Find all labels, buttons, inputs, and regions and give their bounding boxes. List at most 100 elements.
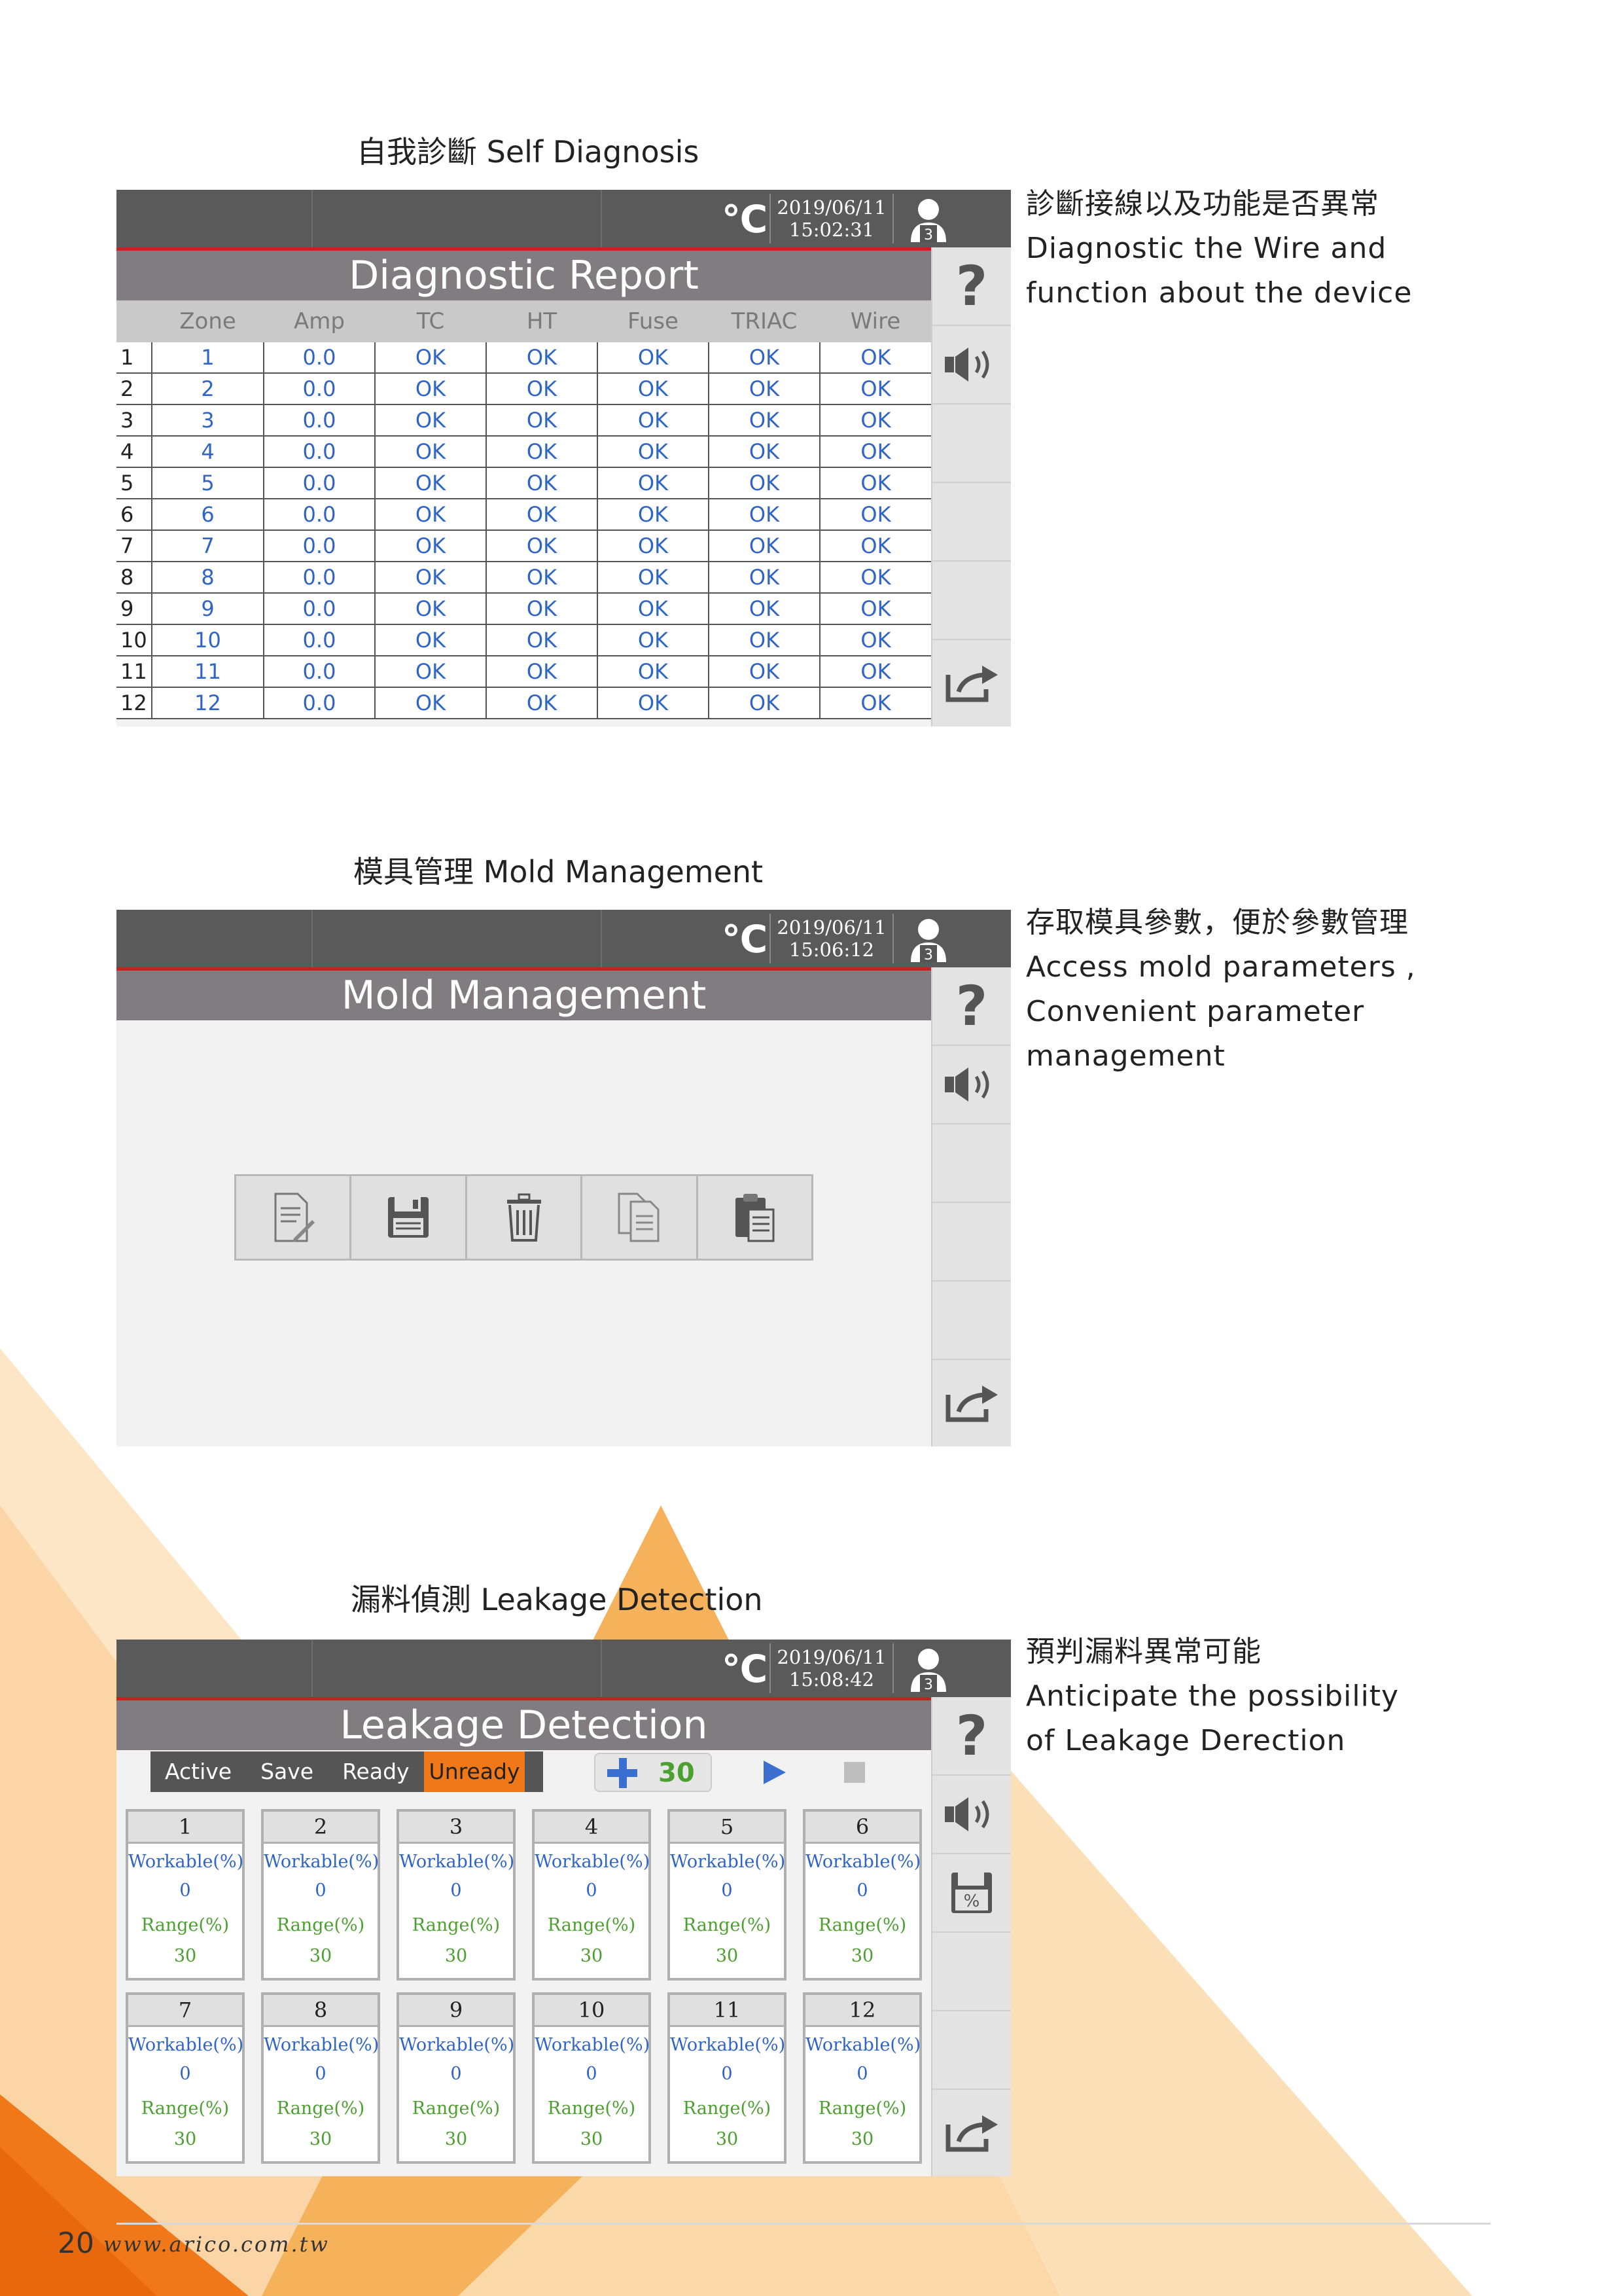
table-cell: 0.0 [264,373,376,405]
zone-card[interactable]: 8 Workable(%) 0 Range(%) 30 [261,1992,380,2164]
row-number: 2 [116,373,152,405]
save-button[interactable] [351,1176,467,1259]
table-cell: OK [375,467,487,499]
header-ht: HT [486,300,597,342]
header-triac: TRIAC [709,300,820,342]
zone-card[interactable]: 4 Workable(%) 0 Range(%) 30 [532,1809,651,1981]
table-cell: 0.0 [264,467,376,499]
table-cell: OK [709,436,821,468]
desc-line: 診斷接線以及功能是否異常 [1026,187,1379,221]
row-number: 8 [116,562,152,594]
zone-number: 8 [264,1995,378,2027]
zone-card[interactable]: 3 Workable(%) 0 Range(%) 30 [397,1809,516,1981]
zone-number: 2 [264,1812,378,1844]
paste-button[interactable] [697,1176,812,1259]
row-number: 6 [116,499,152,531]
datetime: 2019/06/11 15:06:12 [769,914,894,963]
zone-card[interactable]: 2 Workable(%) 0 Range(%) 30 [261,1809,380,1981]
sidebar-empty [932,483,1011,562]
table-cell: OK [597,687,709,719]
exit-button[interactable] [932,1360,1011,1446]
leakage-content: Active Save Ready Unready 30 1 Workable(%… [116,1750,931,2176]
zone-card[interactable]: 11 Workable(%) 0 Range(%) 30 [667,1992,786,2164]
page-number: 20 [58,2227,94,2260]
help-button[interactable]: ? [932,967,1011,1046]
row-number: 1 [116,342,152,374]
table-cell: 11 [152,656,264,688]
table-cell: OK [709,530,821,562]
table-cell: OK [709,593,821,625]
date: 2019/06/11 [777,1646,887,1668]
table-row: 4 4 0.0 OK OK OK OK OK [116,436,931,468]
help-icon: ? [955,254,988,318]
range-label: Range(%) [276,1915,365,1935]
exit-button[interactable] [932,2090,1011,2176]
table-cell: OK [820,499,931,531]
edit-button[interactable] [236,1176,352,1259]
help-button[interactable]: ? [932,1697,1011,1776]
table-cell: OK [375,593,487,625]
celsius-icon[interactable]: ℃ [722,196,768,242]
desc-line: Access mold parameters , [1026,950,1416,984]
user-icon[interactable]: 3 [908,196,949,243]
delete-button[interactable] [467,1176,583,1259]
sound-button[interactable] [932,326,1011,404]
zone-card[interactable]: 6 Workable(%) 0 Range(%) 30 [803,1809,922,1981]
table-cell: OK [375,530,487,562]
workable-label: Workable(%) [264,1852,380,1872]
date: 2019/06/11 [777,196,887,219]
status-save[interactable]: Save [246,1751,328,1792]
table-cell: OK [820,593,931,625]
desc-leakage-detection: 預判漏料異常可能 Anticipate the possibility of L… [1026,1630,1399,1763]
paste-icon [735,1194,775,1242]
zone-card[interactable]: 12 Workable(%) 0 Range(%) 30 [803,1992,922,2164]
table-cell: 1 [152,342,264,374]
save-percent-button[interactable]: % [932,1854,1011,1933]
row-number: 12 [116,687,152,719]
zone-card[interactable]: 7 Workable(%) 0 Range(%) 30 [126,1992,245,2164]
range-value: 30 [309,1946,332,1966]
table-cell: OK [486,467,598,499]
header-rownum [116,300,152,342]
zone-card[interactable]: 5 Workable(%) 0 Range(%) 30 [667,1809,786,1981]
row-number: 11 [116,656,152,688]
desc-line: 預判漏料異常可能 [1026,1635,1262,1668]
range-value: 30 [173,2129,197,2149]
step-control[interactable]: 30 [594,1753,712,1792]
zone-card[interactable]: 1 Workable(%) 0 Range(%) 30 [126,1809,245,1981]
help-button[interactable]: ? [932,247,1011,326]
workable-label: Workable(%) [535,2035,650,2055]
sound-button[interactable] [932,1776,1011,1854]
table-cell: OK [709,342,821,374]
time: 15:08:42 [788,1668,875,1691]
table-cell: OK [709,467,821,499]
row-number: 7 [116,530,152,562]
celsius-icon[interactable]: ℃ [722,1646,768,1692]
workable-label: Workable(%) [805,1852,921,1872]
range-value: 30 [851,2129,874,2149]
celsius-icon[interactable]: ℃ [722,916,768,962]
status-ready[interactable]: Ready [328,1751,423,1792]
table-cell: OK [597,499,709,531]
workable-value: 0 [721,2064,733,2084]
table-cell: OK [709,687,821,719]
sound-button[interactable] [932,1046,1011,1124]
copy-button[interactable] [582,1176,698,1259]
time: 15:06:12 [788,939,875,961]
zone-card[interactable]: 9 Workable(%) 0 Range(%) 30 [397,1992,516,2164]
status-active[interactable]: Active [150,1751,246,1792]
exit-icon [945,2115,998,2152]
table-cell: OK [486,530,598,562]
table-row: 1 1 0.0 OK OK OK OK OK [116,342,931,374]
table-cell: OK [820,342,931,374]
user-icon[interactable]: 3 [908,916,949,963]
zone-card[interactable]: 10 Workable(%) 0 Range(%) 30 [532,1992,651,2164]
user-icon[interactable]: 3 [908,1646,949,1693]
status-unready[interactable]: Unready [423,1751,525,1792]
row-number: 9 [116,593,152,625]
stop-icon[interactable] [843,1761,866,1784]
table-row: 6 6 0.0 OK OK OK OK OK [116,499,931,531]
range-label: Range(%) [818,2098,907,2119]
exit-button[interactable] [932,640,1011,726]
play-icon[interactable] [761,1759,787,1785]
